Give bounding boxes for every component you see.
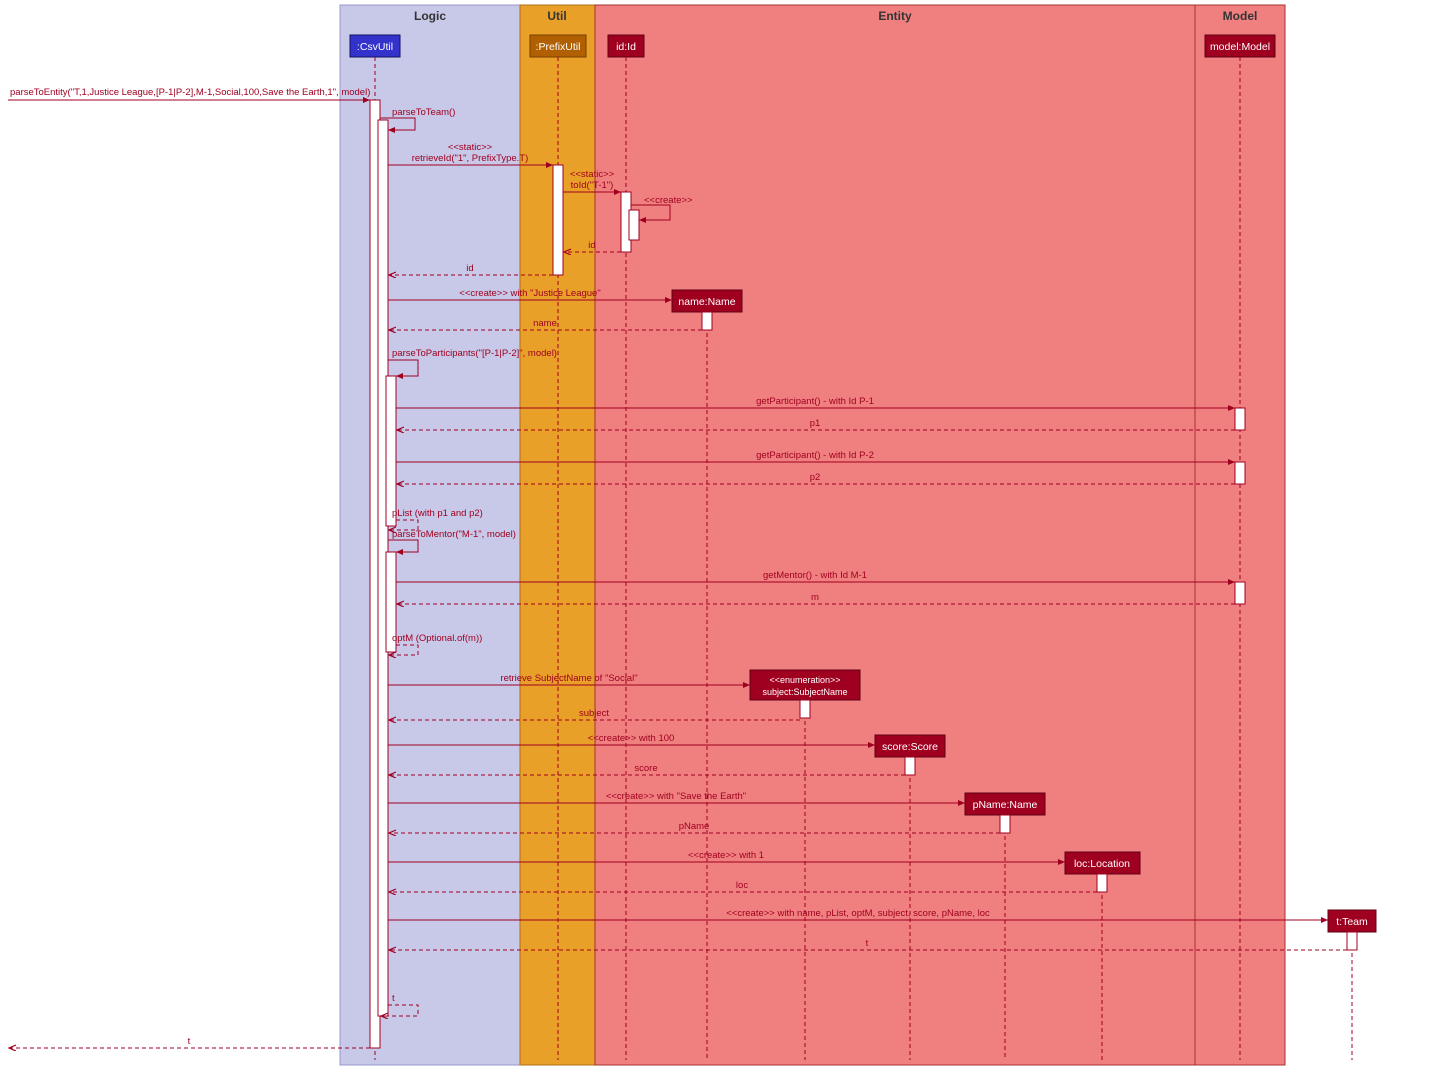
msg-retrieve-subject-label: retrieve SubjectName of "Social" [500,673,637,684]
act-team [1347,932,1357,950]
msg-retrieve-id-label: retrieveId("1", PrefixType.T) [412,153,529,164]
participant-pname-label: pName:Name [973,799,1038,811]
act-name [702,312,712,330]
participant-loc-label: loc:Location [1074,858,1130,870]
act-model-2 [1235,462,1245,484]
participant-team-label: t:Team [1336,916,1368,928]
act-score [905,757,915,775]
msg-create-name-label: <<create>> with "Justice League" [459,288,600,299]
msg-create-team-label: <<create>> with name, pList, optM, subje… [726,908,990,919]
participant-id-label: id:Id [616,41,636,53]
participant-subject-label: subject:SubjectName [762,687,847,697]
msg-create-pname-label: <<create>> with "Save the Earth" [606,791,746,802]
msg-ret-pname-label: pName [679,821,710,832]
participant-score-label: score:Score [882,741,938,753]
region-model-label: Model [1223,9,1258,23]
msg-to-id-label: toId("T-1") [571,180,614,191]
participant-csvutil-label: :CsvUtil [357,41,393,53]
msg-parse-to-team-label: parseToTeam() [392,107,455,118]
act-model-1 [1235,408,1245,430]
msg-ret-score-label: score [634,763,657,774]
msg-get-p1-label: getParticipant() - with Id P-1 [756,396,874,407]
region-logic-label: Logic [414,9,446,23]
msg-create-id-label: <<create>> [644,195,693,206]
msg-ret-p1-label: p1 [810,418,821,429]
msg-ret-subject-label: subject [579,708,609,719]
msg-ret-id-2-label: id [466,263,473,274]
msg-parse-participants-label: parseToParticipants("[P-1|P-2]", model) [392,348,557,359]
msg-ret-p2-label: p2 [810,472,821,483]
msg-ret-plist-label: pList (with p1 and p2) [392,508,483,519]
participant-subject-stereo: <<enumeration>> [769,675,840,685]
msg-ret-t2-label: t [392,993,395,1004]
act-loc [1097,874,1107,892]
act-csvutil-parseparts [386,376,396,526]
msg-ret-loc-label: loc [736,880,748,891]
msg-get-mentor-label: getMentor() - with Id M-1 [763,570,867,581]
act-prefixutil [553,165,563,275]
msg-get-p2-label: getParticipant() - with Id P-2 [756,450,874,461]
participant-model-label: model:Model [1210,41,1270,53]
msg-to-id-stereo: <<static>> [570,169,615,180]
msg-ret-name-label: name [533,318,557,329]
region-entity [595,5,1195,1065]
msg-create-score-label: <<create>> with 100 [588,733,675,744]
act-model-3 [1235,582,1245,604]
participant-name-label: name:Name [678,296,735,308]
act-id-2 [629,210,639,240]
msg-ret-id-1-label: id [588,240,595,251]
act-pname [1000,815,1010,833]
msg-ret-final-label: t [188,1036,191,1047]
msg-parse-mentor-label: parseToMentor("M-1", model) [392,529,516,540]
msg-create-loc-label: <<create>> with 1 [688,850,764,861]
msg-ret-t1-label: t [866,938,869,949]
msg-ret-m-label: m [811,592,819,603]
msg-ret-optm-label: optM (Optional.of(m)) [392,633,482,644]
region-util-label: Util [547,9,566,23]
region-entity-label: Entity [878,9,912,23]
act-subject [800,700,810,718]
msg-parse-to-entity-label: parseToEntity("T,1,Justice League,[P-1|P… [10,87,370,98]
msg-retrieve-id-stereo: <<static>> [448,142,493,153]
participant-prefixutil-label: :PrefixUtil [536,41,581,53]
